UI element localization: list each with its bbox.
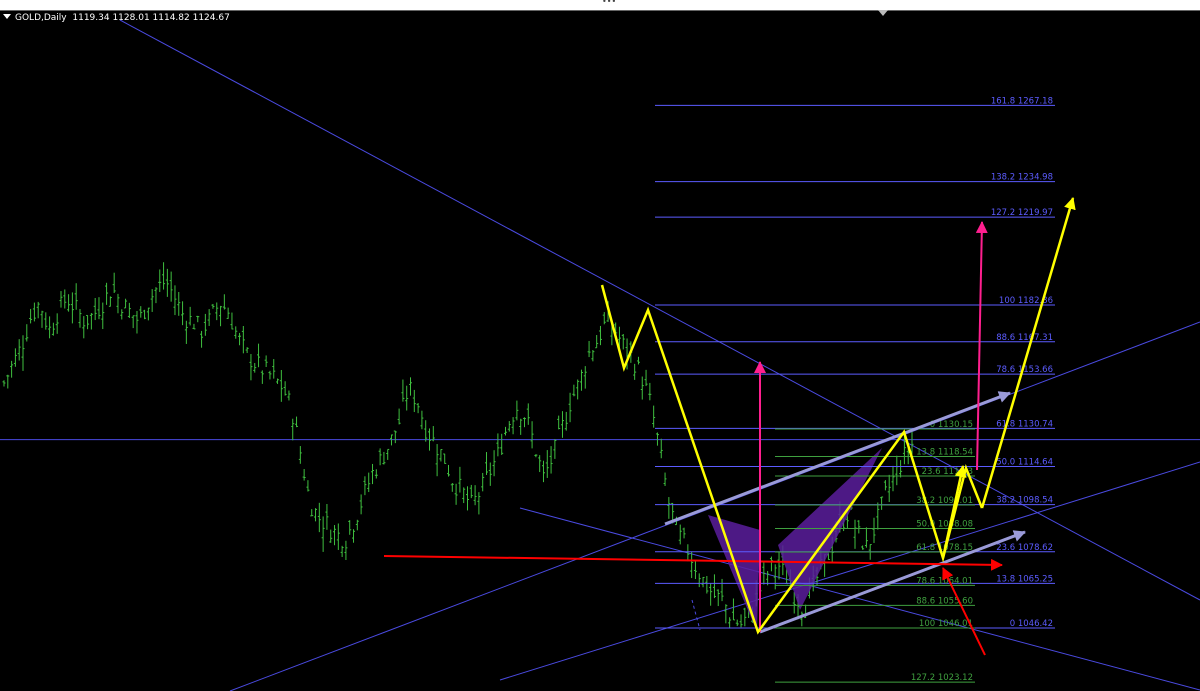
dropdown-icon[interactable] [3,14,11,19]
grip-icon: ••• [602,0,617,6]
fib-upper-label: 138.2 1234.98 [991,173,1053,183]
fib-lower-label: 88.6 1055.60 [916,596,973,606]
fib-lower-label: 78.6 1064.01 [916,576,973,586]
fib-upper-label: 50.0 1114.64 [996,458,1053,468]
dotted-guide [691,599,701,631]
fib-upper-label: 88.6 1167.31 [996,333,1053,343]
fib-upper-label: 38.2 1098.54 [996,496,1053,506]
price-chart[interactable]: 161.8 1267.18 138.2 1234.98 127.2 1219.97 1… [0,10,1200,691]
fib-lower-label: 100 1046.01 [919,619,973,629]
trendline [119,19,1200,601]
fib-lower-label: 127.2 1023.12 [911,673,973,683]
ohlc-values: 1119.34 1128.01 1114.82 1124.67 [72,13,230,23]
fib-upper-label: 127.2 1219.97 [991,208,1053,218]
fib-lower-label: 13.8 1118.54 [916,447,973,457]
fib-upper-label: 23.6 1078.62 [996,543,1053,553]
target-arrow [975,221,988,471]
fib-upper-label: 0 1046.42 [1010,619,1053,629]
support-line [383,555,1003,571]
chart-header: GOLD,Daily 1119.34 1128.01 1114.82 1124.… [3,13,230,23]
fib-upper-label: 161.8 1267.18 [991,96,1053,106]
fib-upper-label: 13.8 1065.25 [996,574,1053,584]
trendline [519,507,1200,691]
symbol-label: GOLD,Daily [15,13,67,23]
fib-lower-label: 50.0 1088.08 [916,520,973,530]
